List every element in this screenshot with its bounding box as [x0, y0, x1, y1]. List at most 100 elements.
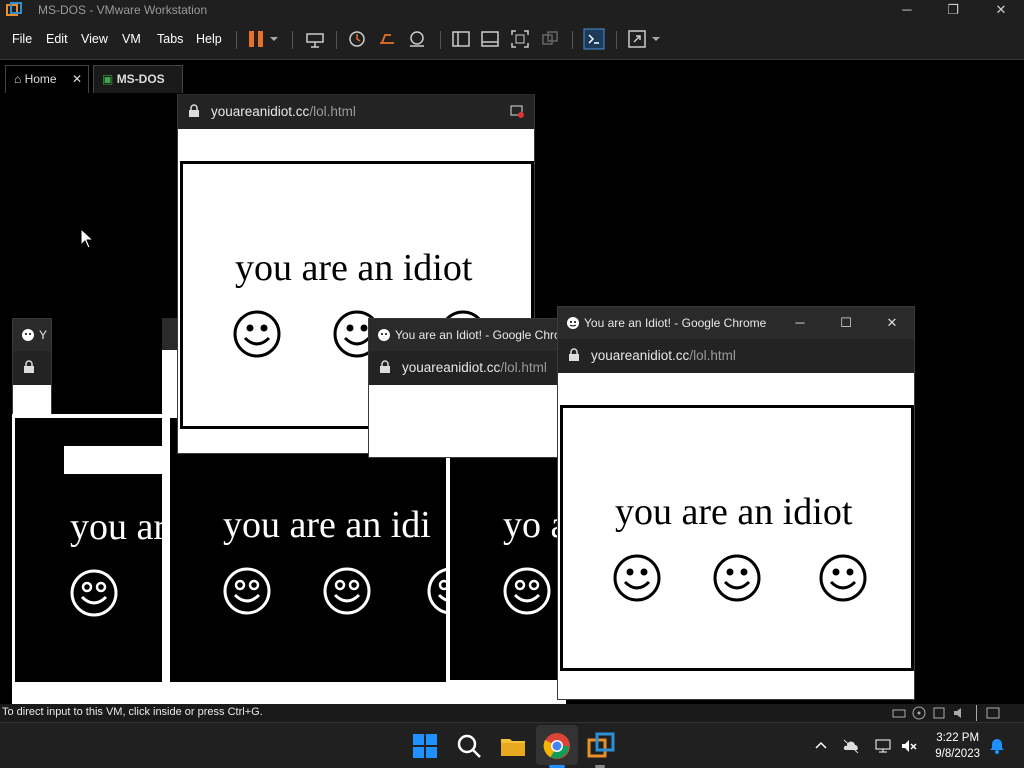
vmware-icon[interactable]	[586, 731, 616, 761]
popup-fragment	[64, 446, 170, 474]
chevron-up-icon[interactable]	[812, 737, 830, 755]
chrome-icon[interactable]	[542, 731, 572, 761]
url-text: youareanidiot.cc/lol.html	[591, 348, 736, 363]
cd-drive-icon[interactable]	[912, 706, 926, 720]
idiot-message: you ar	[70, 506, 167, 548]
guest-display[interactable]: Y you ar you are an idi yo a youareanidi…	[0, 94, 1024, 704]
close-button[interactable]: ✕	[978, 0, 1024, 20]
address-bar[interactable]: youareanidiot.cc/lol.html	[178, 95, 534, 129]
url-text: youareanidiot.cc/lol.html	[402, 360, 547, 375]
maximize-button[interactable]: ☐	[836, 313, 856, 333]
toolbar-separator	[292, 31, 293, 49]
vmware-logo-icon	[6, 2, 22, 16]
smiley-icon	[223, 567, 271, 615]
volume-muted-icon[interactable]	[900, 737, 918, 755]
smiley-favicon-icon	[22, 329, 34, 341]
chrome-popup-window[interactable]: yo a	[446, 454, 566, 704]
chrome-popup-window[interactable]: You are an Idiot! - Google Chrome youare…	[368, 318, 562, 458]
window-title: Y	[39, 328, 48, 342]
console-view-icon[interactable]	[583, 28, 605, 50]
page-body	[369, 385, 561, 457]
minimize-button[interactable]: ─	[884, 0, 930, 20]
popup-blocked-icon[interactable]	[510, 104, 524, 118]
menu-view[interactable]: View	[81, 32, 108, 46]
maximize-button[interactable]: ❐	[930, 0, 976, 20]
start-icon[interactable]	[410, 731, 440, 761]
chevron-down-icon[interactable]	[650, 29, 662, 49]
address-bar[interactable]	[13, 351, 51, 385]
idiot-message: you are an idiot	[615, 491, 853, 533]
message-log-icon[interactable]	[986, 706, 1000, 720]
thumbnail-bar-icon[interactable]	[480, 29, 500, 49]
sound-card-icon[interactable]	[952, 706, 966, 720]
toolbar-separator	[616, 31, 617, 49]
lock-icon	[569, 348, 579, 361]
lock-icon	[24, 360, 34, 373]
idiot-panel: you are an idiot	[560, 405, 914, 671]
menu-file[interactable]: File	[12, 32, 32, 46]
vmware-title-bar: MS-DOS - VMware Workstation ─ ❐ ✕	[0, 0, 1024, 20]
close-button[interactable]: ✕	[882, 313, 902, 333]
windows-taskbar: 3:22 PM 9/8/2023	[0, 722, 1024, 768]
minimize-button[interactable]: ─	[790, 313, 810, 333]
tab-ms-dos[interactable]: ▣ MS-DOS	[93, 65, 183, 93]
toolbar-separator	[336, 31, 337, 49]
tab-home[interactable]: ⌂ Home ✕	[5, 65, 89, 93]
address-bar[interactable]: youareanidiot.cc/lol.html	[558, 339, 914, 373]
toolbar-separator	[236, 31, 237, 49]
smiley-icon	[613, 554, 661, 602]
send-ctrl-alt-del-icon[interactable]	[305, 29, 325, 49]
toolbar-separator	[440, 31, 441, 49]
smiley-icon	[233, 310, 281, 358]
search-icon[interactable]	[454, 731, 484, 761]
snapshot-icon[interactable]	[347, 29, 367, 49]
hard-disk-icon[interactable]	[892, 706, 906, 720]
url-text: youareanidiot.cc/lol.html	[211, 104, 356, 119]
window-title: You are an Idiot! - Google Chrome	[584, 316, 767, 330]
clock-date: 9/8/2023	[935, 748, 980, 760]
menu-vm[interactable]: VM	[122, 32, 141, 46]
smiley-icon	[713, 554, 761, 602]
vm-tab-bar: ⌂ Home ✕ ▣ MS-DOS	[0, 60, 1024, 94]
system-clock[interactable]: 3:22 PM 9/8/2023	[935, 730, 980, 762]
chrome-popup-window[interactable]: You are an Idiot! - Google Chrome ─ ☐ ✕ …	[557, 306, 915, 700]
chrome-title-bar: Y	[13, 319, 51, 351]
pause-icon[interactable]	[246, 29, 266, 49]
network-icon[interactable]	[874, 737, 892, 755]
smiley-icon	[503, 567, 551, 615]
mouse-cursor-icon	[80, 228, 95, 249]
status-text: To direct input to this VM, click inside…	[2, 706, 263, 718]
menu-edit[interactable]: Edit	[46, 32, 68, 46]
unity-icon[interactable]	[540, 29, 560, 49]
notification-bell-icon[interactable]	[988, 737, 1006, 755]
network-adapter-icon[interactable]	[932, 706, 946, 720]
idiot-panel: yo a	[450, 456, 566, 680]
smiley-favicon-icon	[567, 317, 579, 329]
menu-help[interactable]: Help	[196, 32, 222, 46]
status-separator	[976, 705, 977, 721]
snapshot-manager-icon[interactable]	[407, 29, 427, 49]
revert-snapshot-icon[interactable]	[377, 29, 397, 49]
stretch-guest-icon[interactable]	[627, 29, 647, 49]
full-screen-icon[interactable]	[510, 29, 530, 49]
smiley-icon	[323, 567, 371, 615]
chevron-down-icon[interactable]	[268, 29, 280, 49]
lock-icon	[380, 360, 390, 373]
lock-icon	[189, 104, 199, 117]
close-tab-icon[interactable]: ✕	[72, 66, 82, 92]
smiley-favicon-icon	[378, 329, 390, 341]
onedrive-icon[interactable]	[842, 737, 860, 755]
home-icon: ⌂	[14, 72, 22, 86]
chrome-title-bar: You are an Idiot! - Google Chrome ─ ☐ ✕	[558, 307, 914, 339]
idiot-message: you are an idiot	[235, 247, 473, 289]
show-library-icon[interactable]	[451, 29, 471, 49]
file-explorer-icon[interactable]	[498, 731, 528, 761]
address-bar[interactable]: youareanidiot.cc/lol.html	[369, 351, 561, 385]
vm-status-bar: To direct input to this VM, click inside…	[0, 704, 1024, 722]
menu-tabs[interactable]: Tabs	[157, 32, 183, 46]
window-title: You are an Idiot! - Google Chrome	[395, 328, 562, 342]
clock-time: 3:22 PM	[936, 732, 980, 744]
menu-toolbar: File Edit View VM Tabs Help	[0, 20, 1024, 60]
chrome-title-bar: You are an Idiot! - Google Chrome	[369, 319, 561, 351]
toolbar-separator	[572, 31, 573, 49]
